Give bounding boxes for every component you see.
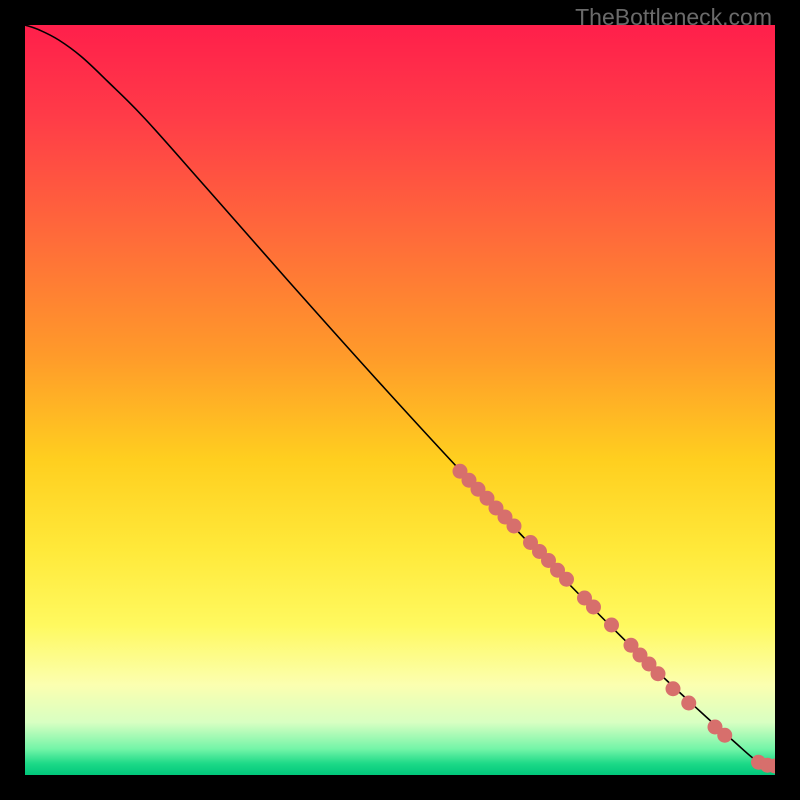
data-marker <box>717 728 732 743</box>
chart-background <box>25 25 775 775</box>
chart-svg <box>25 25 775 775</box>
data-marker <box>681 696 696 711</box>
data-marker <box>586 600 601 615</box>
data-marker <box>559 572 574 587</box>
data-marker <box>666 681 681 696</box>
data-marker <box>507 519 522 534</box>
data-marker <box>604 618 619 633</box>
chart-frame <box>25 25 775 775</box>
data-marker <box>651 666 666 681</box>
